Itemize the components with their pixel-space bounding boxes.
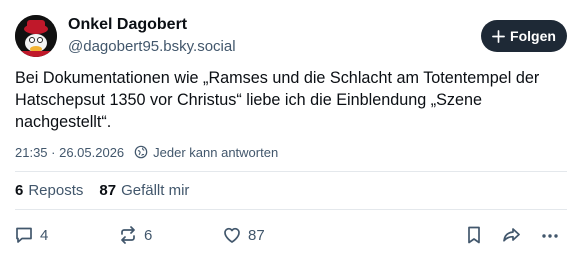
- display-name[interactable]: Onkel Dagobert: [68, 16, 187, 34]
- follow-button[interactable]: Folgen: [481, 20, 567, 52]
- like-button[interactable]: 87: [222, 224, 265, 246]
- follow-button-label: Folgen: [510, 28, 556, 44]
- ellipsis-icon: [542, 234, 558, 238]
- post-timestamp[interactable]: 21:35 · 26.05.2026: [15, 145, 124, 160]
- avatar-image: [15, 15, 57, 57]
- reposts-count: 6: [15, 182, 24, 199]
- reposts-stat[interactable]: 6 Reposts: [15, 182, 83, 199]
- repost-arrows-icon: [121, 226, 135, 244]
- globe-icon: [134, 145, 148, 159]
- likes-stat[interactable]: 87 Gefällt mir: [99, 182, 189, 199]
- share-button[interactable]: [501, 224, 521, 246]
- handle[interactable]: @dagobert95.bsky.social: [68, 38, 236, 55]
- plus-icon: [492, 29, 505, 43]
- divider: [15, 209, 567, 210]
- likes-label: Gefällt mir: [121, 182, 190, 199]
- action-bar: 4 6 87: [0, 224, 582, 246]
- more-options-button[interactable]: [540, 224, 560, 246]
- reply-settings[interactable]: Jeder kann antworten: [134, 145, 278, 160]
- repost-button[interactable]: 6: [118, 224, 152, 246]
- bookmark-icon: [468, 226, 480, 244]
- reply-button[interactable]: 4: [14, 224, 48, 246]
- heart-icon: [224, 227, 240, 243]
- post-text: Bei Dokumentationen wie „Ramses und die …: [15, 69, 540, 131]
- post-stats: 6 Reposts 87 Gefällt mir: [15, 182, 189, 199]
- avatar[interactable]: [15, 15, 57, 57]
- reply-count: 4: [40, 226, 49, 244]
- post-meta: 21:35 · 26.05.2026 Jeder kann antworten: [15, 144, 278, 160]
- share-arrow-icon: [503, 228, 520, 242]
- reposts-label: Reposts: [28, 182, 84, 199]
- reply-settings-label: Jeder kann antworten: [153, 144, 279, 160]
- repost-count: 6: [144, 226, 153, 244]
- speech-bubble-icon: [16, 227, 32, 243]
- bookmark-button[interactable]: [464, 224, 484, 246]
- likes-count: 87: [99, 182, 117, 199]
- like-count: 87: [248, 226, 265, 244]
- divider: [15, 171, 567, 172]
